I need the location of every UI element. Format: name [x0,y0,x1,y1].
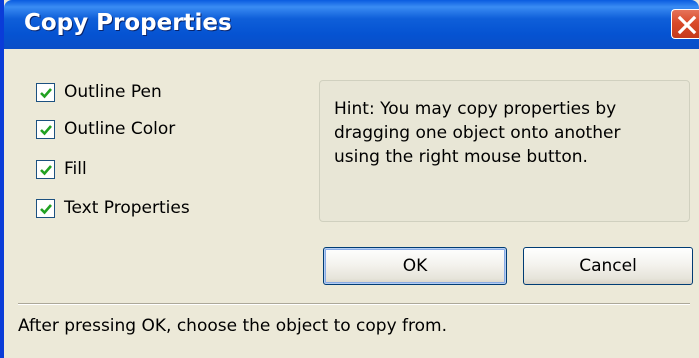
fill-label[interactable]: Fill [64,159,87,179]
outline-color-checkbox[interactable] [36,120,55,139]
checkmark-icon [40,125,52,136]
dialog-title: Copy Properties [24,10,232,36]
hint-text: Hint: You may copy properties by draggin… [334,99,621,167]
status-text: After pressing OK, choose the object to … [18,316,448,336]
outline-color-label[interactable]: Outline Color [64,119,175,139]
cancel-button[interactable]: Cancel [523,247,693,285]
hint-panel: Hint: You may copy properties by draggin… [319,80,690,222]
checkmark-icon [40,88,52,99]
outline-pen-checkbox[interactable] [36,83,55,102]
close-icon [677,15,697,35]
checkmark-icon [40,204,52,215]
ok-button[interactable]: OK [323,247,507,285]
close-button[interactable] [671,9,699,39]
copy-properties-dialog: Copy Properties Outline Pen Outline Colo… [0,0,699,358]
text-properties-label[interactable]: Text Properties [64,198,190,218]
fill-checkbox[interactable] [36,160,55,179]
divider [18,303,690,305]
text-properties-checkbox[interactable] [36,199,55,218]
title-bar[interactable]: Copy Properties [4,0,699,49]
outline-pen-label[interactable]: Outline Pen [64,82,162,102]
checkmark-icon [40,165,52,176]
